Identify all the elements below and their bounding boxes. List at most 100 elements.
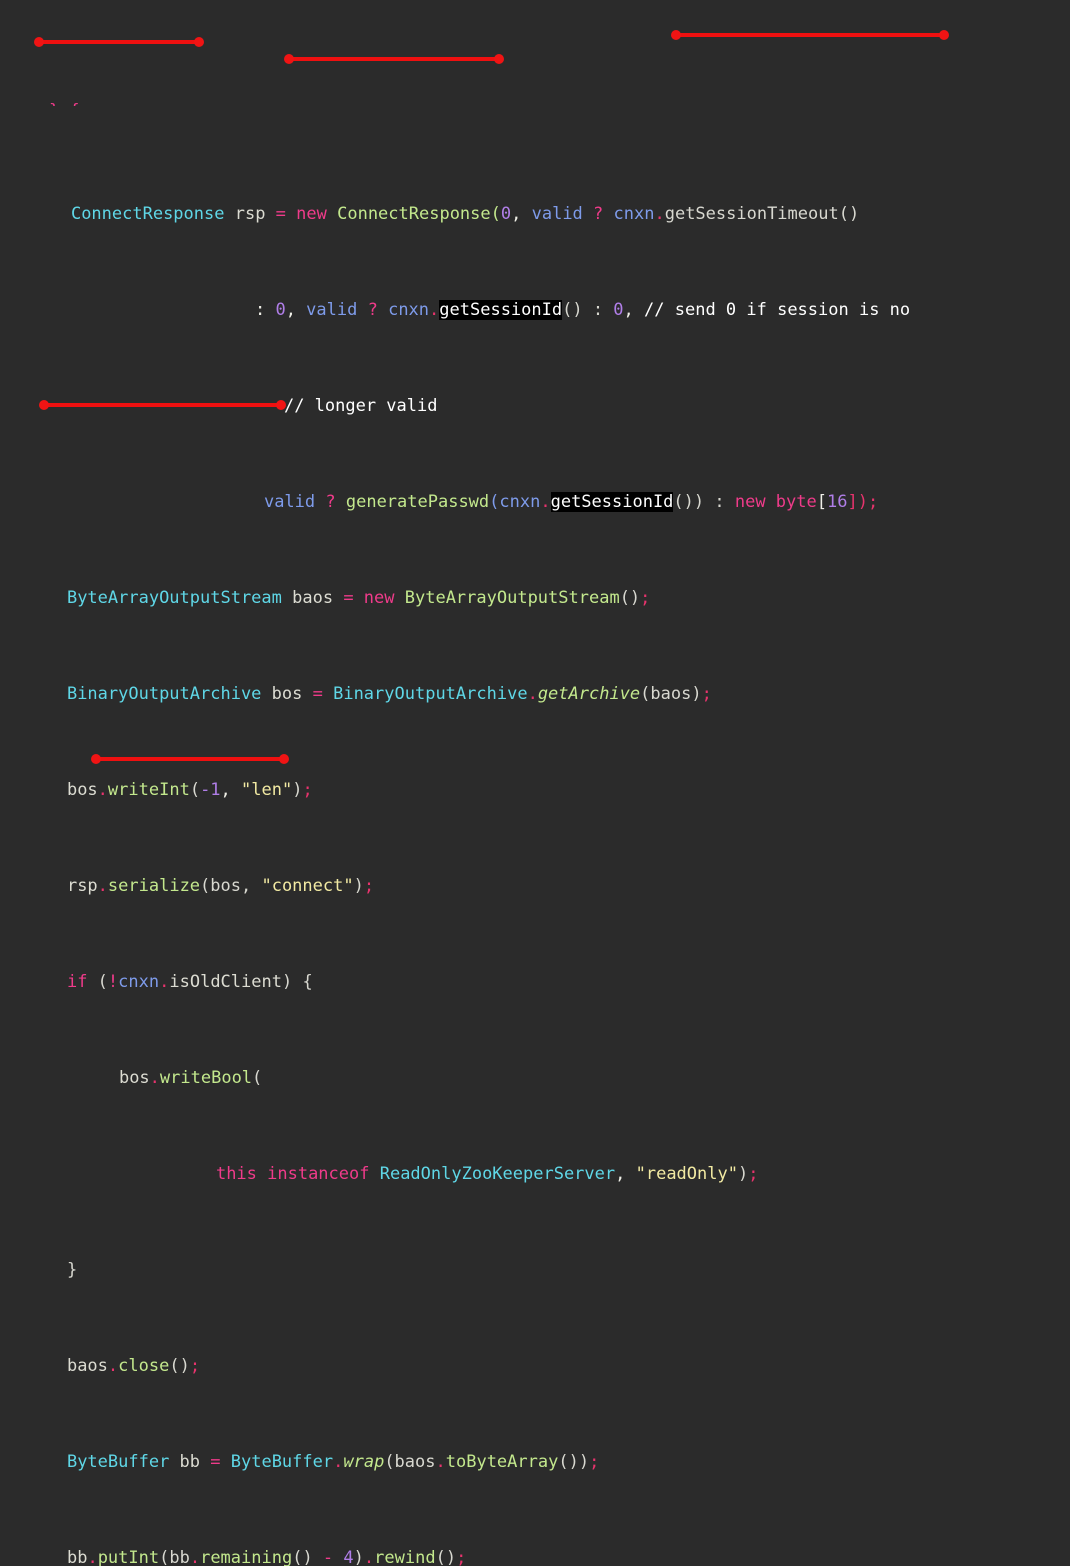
code-token: .: [107, 1356, 119, 1376]
code-token: (): [169, 1356, 190, 1376]
code-token: }: [66, 1260, 78, 1280]
code-token: wrap: [343, 1452, 385, 1472]
code-line: baos.close();: [0, 1330, 1070, 1376]
code-token: (baos: [384, 1452, 436, 1472]
code-token: ) {: [281, 972, 313, 992]
code-line: }: [0, 1234, 1070, 1280]
code-token: getArchive: [537, 684, 641, 704]
code-token: -1: [200, 780, 221, 800]
code-token: :: [254, 300, 276, 320]
code-token: (baos): [640, 684, 702, 704]
code-token: ?: [325, 492, 346, 512]
code-token: baos: [66, 1356, 108, 1376]
code-token: "len": [241, 780, 293, 800]
code-token: byte: [775, 492, 817, 512]
underline-getsessiontimeout: [671, 30, 949, 40]
code-token: (: [252, 1068, 263, 1088]
code-comment: // send 0 if session is no: [644, 300, 911, 320]
code-token: ()): [558, 1452, 590, 1472]
code-line: valid ? generatePasswd(cnxn.getSessionId…: [0, 466, 1070, 512]
underline-enablerecv: [91, 754, 289, 764]
code-line: bos.writeBool(: [0, 1042, 1070, 1088]
code-token: .: [435, 1452, 446, 1472]
code-token: valid: [306, 300, 368, 320]
code-token: cnxn: [388, 300, 430, 320]
selected-token[interactable]: getSessionId: [550, 492, 674, 512]
code-line: bb.putInt(bb.remaining() - 4).rewind();: [0, 1522, 1070, 1566]
code-token: .: [159, 972, 170, 992]
code-token: ;: [589, 1452, 600, 1472]
code-token: isOldClient: [169, 972, 282, 992]
code-line: ByteArrayOutputStream baos = new ByteArr…: [0, 562, 1070, 608]
code-token: rsp: [66, 876, 98, 896]
code-token: (: [189, 780, 201, 800]
code-token: ?: [367, 300, 389, 320]
code-token: BinaryOutputArchive: [66, 684, 262, 704]
code-token: new: [363, 588, 405, 608]
code-token: "connect": [261, 876, 354, 896]
underline-sendbuffer: [39, 400, 286, 410]
code-token: .: [654, 204, 665, 224]
code-token: if: [66, 972, 98, 992]
code-token: valid: [531, 204, 594, 224]
code-token: cnxn: [613, 204, 655, 224]
code-token: ByteArrayOutputStream: [404, 588, 620, 608]
code-token: .: [363, 1548, 375, 1566]
code-token: ]);: [847, 492, 879, 512]
code-token: ()) :: [673, 492, 735, 512]
code-token: generatePasswd: [345, 492, 490, 512]
underline-getsessionid: [284, 54, 504, 64]
selected-token[interactable]: getSessionId: [439, 300, 563, 320]
code-token: writeInt: [107, 780, 190, 800]
code-line: ByteBuffer bb = ByteBuffer.wrap(baos.toB…: [0, 1426, 1070, 1472]
code-token: .: [189, 1548, 201, 1566]
code-token: valid: [263, 492, 326, 512]
code-token: .: [97, 780, 108, 800]
code-token: bb: [66, 1548, 88, 1566]
code-token: ConnectResponse(: [337, 204, 501, 224]
code-token: =: [312, 684, 334, 704]
code-token: !: [107, 972, 119, 992]
code-token: .: [149, 1068, 160, 1088]
code-token: new: [734, 492, 776, 512]
code-token: bos: [66, 780, 98, 800]
code-token: rewind: [374, 1548, 436, 1566]
code-token: ;: [363, 876, 375, 896]
code-token: .: [333, 1452, 344, 1472]
code-token: ,: [220, 780, 242, 800]
code-line: if (!cnxn.isOldClient) {: [0, 946, 1070, 992]
code-token: getSessionTimeout(): [664, 204, 860, 224]
code-token: (: [97, 972, 108, 992]
code-token: 0: [613, 300, 624, 320]
code-token: ;: [302, 780, 313, 800]
code-token: ,: [615, 1164, 636, 1184]
code-line: ConnectResponse rsp = new ConnectRespons…: [0, 178, 1070, 224]
code-token: ,: [511, 204, 532, 224]
code-token: () :: [562, 300, 614, 320]
code-token: ;: [701, 684, 712, 704]
code-token: =: [275, 204, 297, 224]
code-token: ;: [456, 1548, 467, 1566]
code-token: ): [353, 876, 364, 896]
code-token: ): [353, 1548, 364, 1566]
code-token: =: [210, 1452, 231, 1472]
code-token: .: [97, 876, 108, 896]
code-token: cnxn: [118, 972, 160, 992]
code-token: } {: [49, 101, 80, 107]
code-token: ): [737, 1164, 749, 1184]
code-token: (): [435, 1548, 457, 1566]
code-line: // longer valid: [0, 370, 1070, 416]
code-token: .: [540, 492, 551, 512]
code-comment: // longer valid: [283, 396, 438, 416]
code-line: this instanceof ReadOnlyZooKeeperServer,…: [0, 1138, 1070, 1184]
code-token: 16: [827, 492, 848, 512]
code-token: baos: [281, 588, 344, 608]
code-line: } {: [0, 96, 1070, 107]
code-token: ): [292, 780, 303, 800]
code-token: ;: [189, 1356, 201, 1376]
code-token: ,: [623, 300, 645, 320]
code-editor[interactable]: } { ConnectResponse rsp = new ConnectRes…: [0, 0, 1070, 1566]
code-token: =: [343, 588, 364, 608]
code-token: ByteBuffer: [66, 1452, 170, 1472]
code-token: bos: [118, 1068, 150, 1088]
